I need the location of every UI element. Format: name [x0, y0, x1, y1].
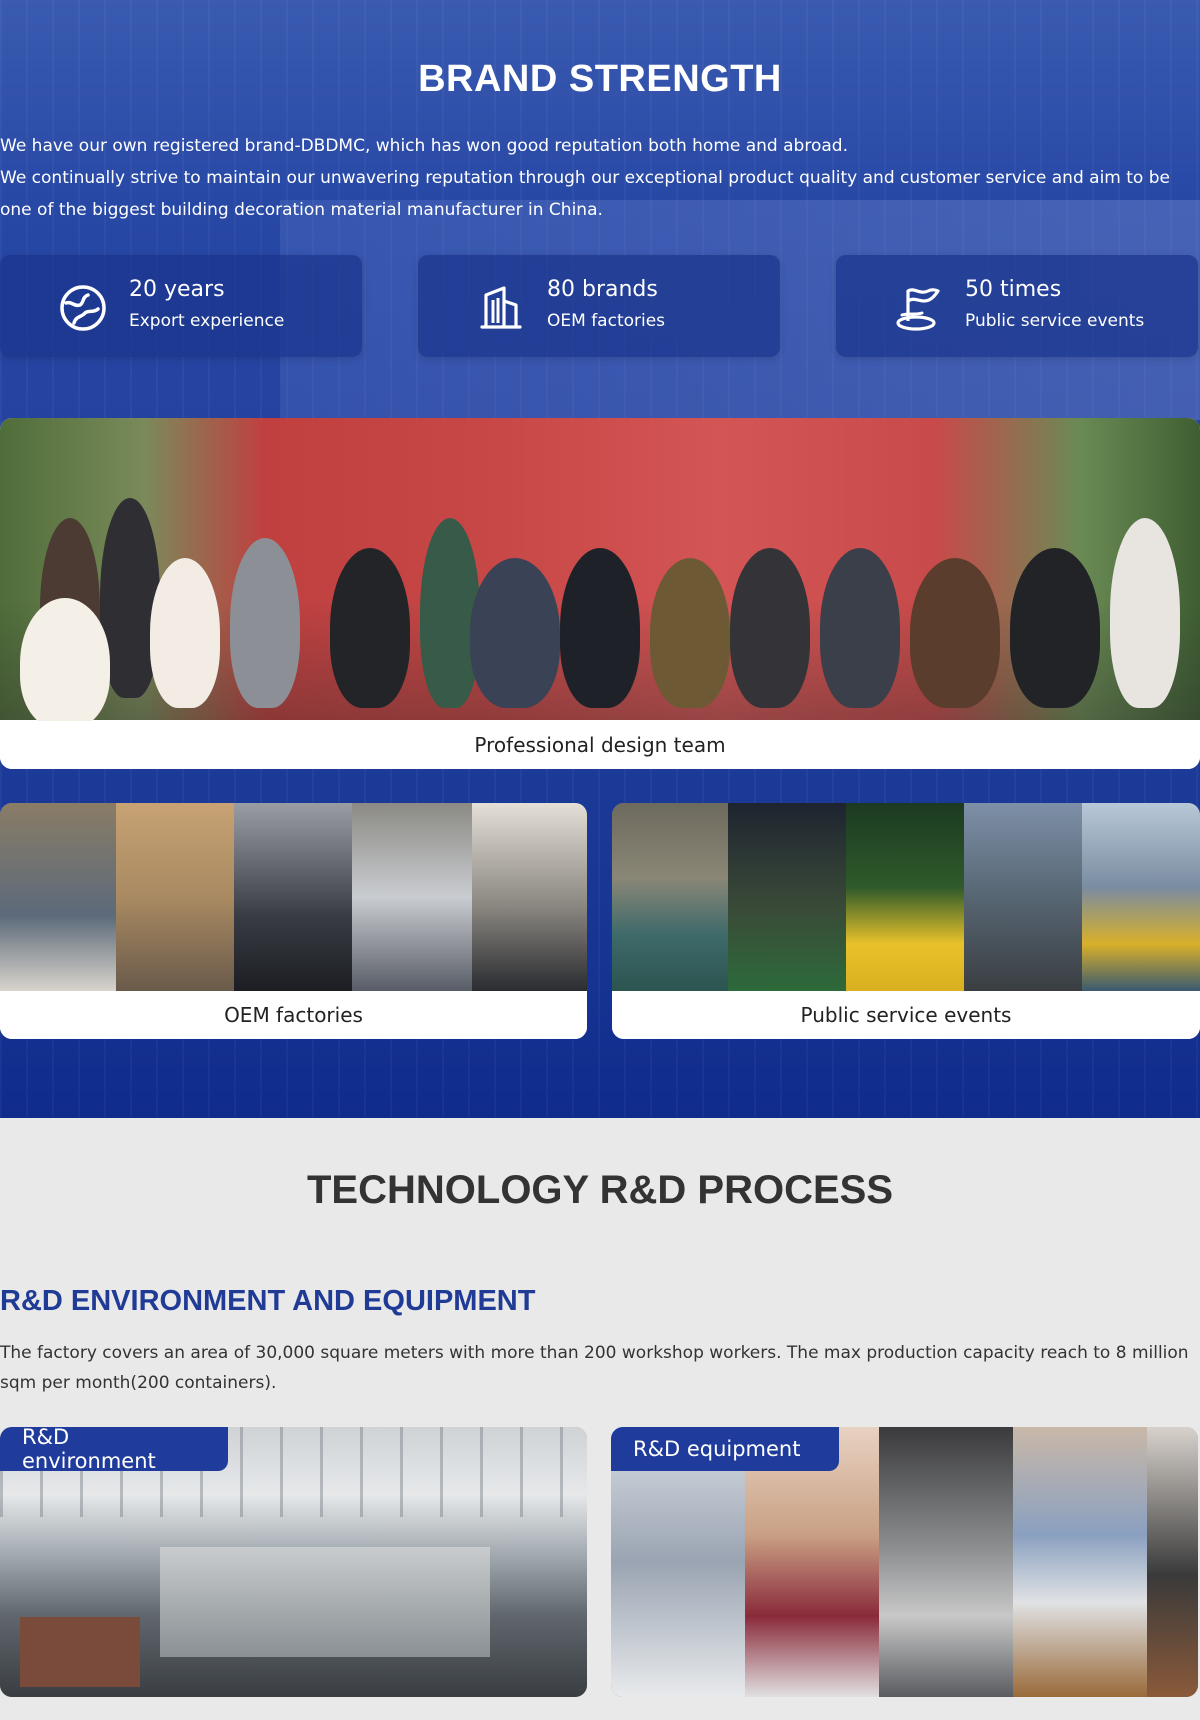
- stat-card-export: 20 years Export experience: [0, 255, 362, 357]
- flag-icon: [896, 288, 940, 331]
- rd-environment-card[interactable]: R&D environment: [0, 1427, 587, 1697]
- stat-value: 50 times: [965, 277, 1062, 302]
- brand-strength-section: BRAND STRENGTH We have our own registere…: [0, 0, 1200, 1118]
- stat-label: Export experience: [129, 311, 285, 331]
- stat-value: 80 brands: [547, 277, 658, 302]
- rd-description: The factory covers an area of 30,000 squ…: [0, 1343, 1189, 1393]
- oem-factories-card[interactable]: OEM factories: [0, 803, 587, 1039]
- stat-label: Public service events: [965, 311, 1145, 331]
- globe-icon: [60, 285, 106, 331]
- brand-description: We have our own registered brand-DBDMC, …: [0, 130, 1195, 226]
- public-service-photo: [612, 803, 1200, 991]
- rd-environment-tag: R&D environment: [0, 1427, 228, 1473]
- stat-card-events: 50 times Public service events: [836, 255, 1198, 357]
- brand-paragraph-2: We continually strive to maintain our un…: [0, 168, 1170, 220]
- stat-value: 20 years: [129, 277, 225, 302]
- public-service-caption: Public service events: [612, 991, 1200, 1039]
- stat-label: OEM factories: [547, 311, 666, 331]
- rd-environment-heading: R&D ENVIRONMENT AND EQUIPMENT: [0, 1285, 536, 1317]
- team-photo-caption: Professional design team: [0, 721, 1200, 769]
- team-photo: [0, 418, 1200, 728]
- oem-factories-photo: [0, 803, 587, 991]
- technology-title: TECHNOLOGY R&D PROCESS: [307, 1168, 893, 1212]
- team-photo-card[interactable]: Professional design team: [0, 418, 1200, 769]
- brand-paragraph-1: We have our own registered brand-DBDMC, …: [0, 136, 848, 156]
- rd-equipment-card[interactable]: R&D equipment: [611, 1427, 1198, 1697]
- rd-equipment-tag: R&D equipment: [611, 1427, 839, 1471]
- team-group: [0, 478, 1200, 728]
- oem-factories-caption: OEM factories: [0, 991, 587, 1039]
- brand-strength-title: BRAND STRENGTH: [418, 58, 782, 100]
- building-icon: [480, 286, 522, 329]
- public-service-card[interactable]: Public service events: [612, 803, 1200, 1039]
- stat-card-brands: 80 brands OEM factories: [418, 255, 780, 357]
